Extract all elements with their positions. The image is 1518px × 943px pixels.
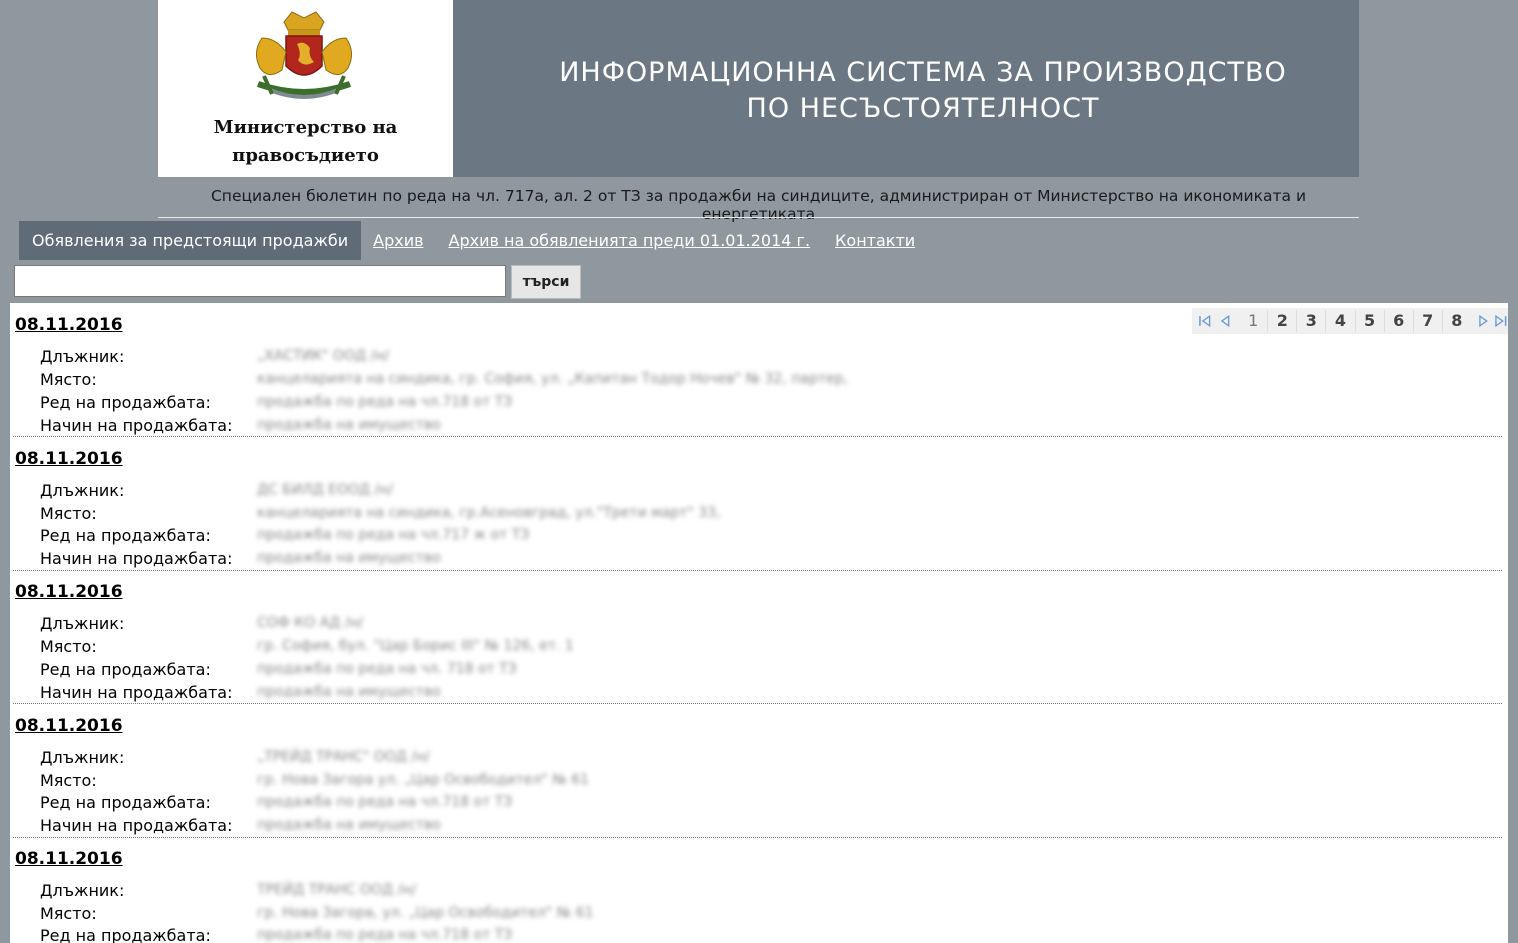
sale-order-value: продажба по реда на чл.718 от ТЗ <box>257 394 513 410</box>
sale-method-label: Начин на продажбата: <box>40 416 233 435</box>
nav-archive-before-2014-link[interactable]: Архив на обявленията преди 01.01.2014 г. <box>449 231 811 250</box>
page-scrollbar[interactable] <box>1508 303 1518 943</box>
announcement-entry: 08.11.2016 Длъжник: „ХАСТИК" ООД /н/ Мяс… <box>10 303 1502 437</box>
main-nav: Обявления за предстоящи продажби Архив А… <box>19 221 928 260</box>
banner: Министерство на правосъдието ИНФОРМАЦИОН… <box>158 0 1359 177</box>
search-button[interactable]: търси <box>511 265 581 299</box>
debtor-value: ДС БИЛД ЕООД /н/ <box>257 482 394 498</box>
place-value: гр. Нова Загора ул. „Цар Освободител" № … <box>257 772 590 788</box>
sale-order-value: продажба по реда на чл.717 ж от ТЗ <box>257 527 530 543</box>
system-title: ИНФОРМАЦИОННА СИСТЕМА ЗА ПРОИЗВОДСТВО ПО… <box>559 57 1287 124</box>
sale-method-value: продажба на имущество <box>257 550 441 566</box>
place-value: канцеларията на синдика, гр.Асеновград, … <box>257 505 721 521</box>
nav-contacts-link[interactable]: Контакти <box>835 231 915 250</box>
sale-order-label: Ред на продажбата: <box>40 793 211 812</box>
nav-upcoming-sales[interactable]: Обявления за предстоящи продажби <box>19 221 362 260</box>
place-label: Място: <box>40 370 97 389</box>
site-header: Министерство на правосъдието ИНФОРМАЦИОН… <box>0 0 1518 303</box>
sale-method-label: Начин на продажбата: <box>40 683 233 702</box>
sale-order-label: Ред на продажбата: <box>40 926 211 943</box>
sale-order-label: Ред на продажбата: <box>40 526 211 545</box>
sale-order-label: Ред на продажбата: <box>40 660 211 679</box>
announcement-entry: 08.11.2016 Длъжник: ДС БИЛД ЕООД /н/ Мяс… <box>10 437 1502 571</box>
sale-order-value: продажба по реда на чл. 718 от ТЗ <box>257 661 517 677</box>
announcement-date-link[interactable]: 08.11.2016 <box>15 849 123 869</box>
debtor-value: „ТРЕЙД ТРАНС" ООД /н/ <box>257 749 430 765</box>
announcement-entry: 08.11.2016 Длъжник: „ТРЕЙД ТРАНС" ООД /н… <box>10 704 1502 838</box>
place-label: Място: <box>40 637 97 656</box>
debtor-label: Длъжник: <box>40 614 125 633</box>
divider <box>158 217 1359 218</box>
sale-order-label: Ред на продажбата: <box>40 393 211 412</box>
announcement-entry: 08.11.2016 Длъжник: ТРЕЙД ТРАНС ООД /н/ … <box>10 837 1502 943</box>
sale-method-label: Начин на продажбата: <box>40 549 233 568</box>
search-input[interactable] <box>14 265 506 297</box>
place-label: Място: <box>40 771 97 790</box>
sale-method-value: продажба на имущество <box>257 684 441 700</box>
debtor-value: СОФ КО АД /н/ <box>257 615 364 631</box>
place-value: гр. Нова Загора, ул. „Цар Освободител" №… <box>257 905 594 921</box>
announcement-date-link[interactable]: 08.11.2016 <box>15 716 123 736</box>
announcement-entry: 08.11.2016 Длъжник: СОФ КО АД /н/ Място:… <box>10 570 1502 704</box>
debtor-value: ТРЕЙД ТРАНС ООД /н/ <box>257 882 417 898</box>
sale-order-value: продажба по реда на чл.718 от ТЗ <box>257 794 513 810</box>
place-value: гр. София, бул. "Цар Борис III" № 126, е… <box>257 638 574 654</box>
coat-of-arms-icon <box>256 11 352 99</box>
debtor-label: Длъжник: <box>40 748 125 767</box>
place-value: канцеларията на синдика, гр. София, ул. … <box>257 371 848 387</box>
place-label: Място: <box>40 904 97 923</box>
debtor-label: Длъжник: <box>40 347 125 366</box>
announcement-date-link[interactable]: 08.11.2016 <box>15 315 123 335</box>
debtor-label: Длъжник: <box>40 881 125 900</box>
ministry-logo[interactable]: Министерство на правосъдието <box>158 0 453 177</box>
ministry-name: Министерство на правосъдието <box>213 117 398 166</box>
announcement-date-link[interactable]: 08.11.2016 <box>15 449 123 469</box>
debtor-value: „ХАСТИК" ООД /н/ <box>257 348 390 364</box>
sale-order-value: продажба по реда на чл.718 от ТЗ <box>257 927 513 943</box>
announcement-date-link[interactable]: 08.11.2016 <box>15 582 123 602</box>
debtor-label: Длъжник: <box>40 481 125 500</box>
place-label: Място: <box>40 504 97 523</box>
sale-method-value: продажба на имущество <box>257 817 441 833</box>
nav-archive-link[interactable]: Архив <box>373 231 423 250</box>
announcements-list: 1 2 3 4 5 6 7 8 08.11.2016 Длъжник: „ХАС… <box>10 303 1508 943</box>
sale-method-value: продажба на имущество <box>257 417 441 433</box>
sale-method-label: Начин на продажбата: <box>40 816 233 835</box>
